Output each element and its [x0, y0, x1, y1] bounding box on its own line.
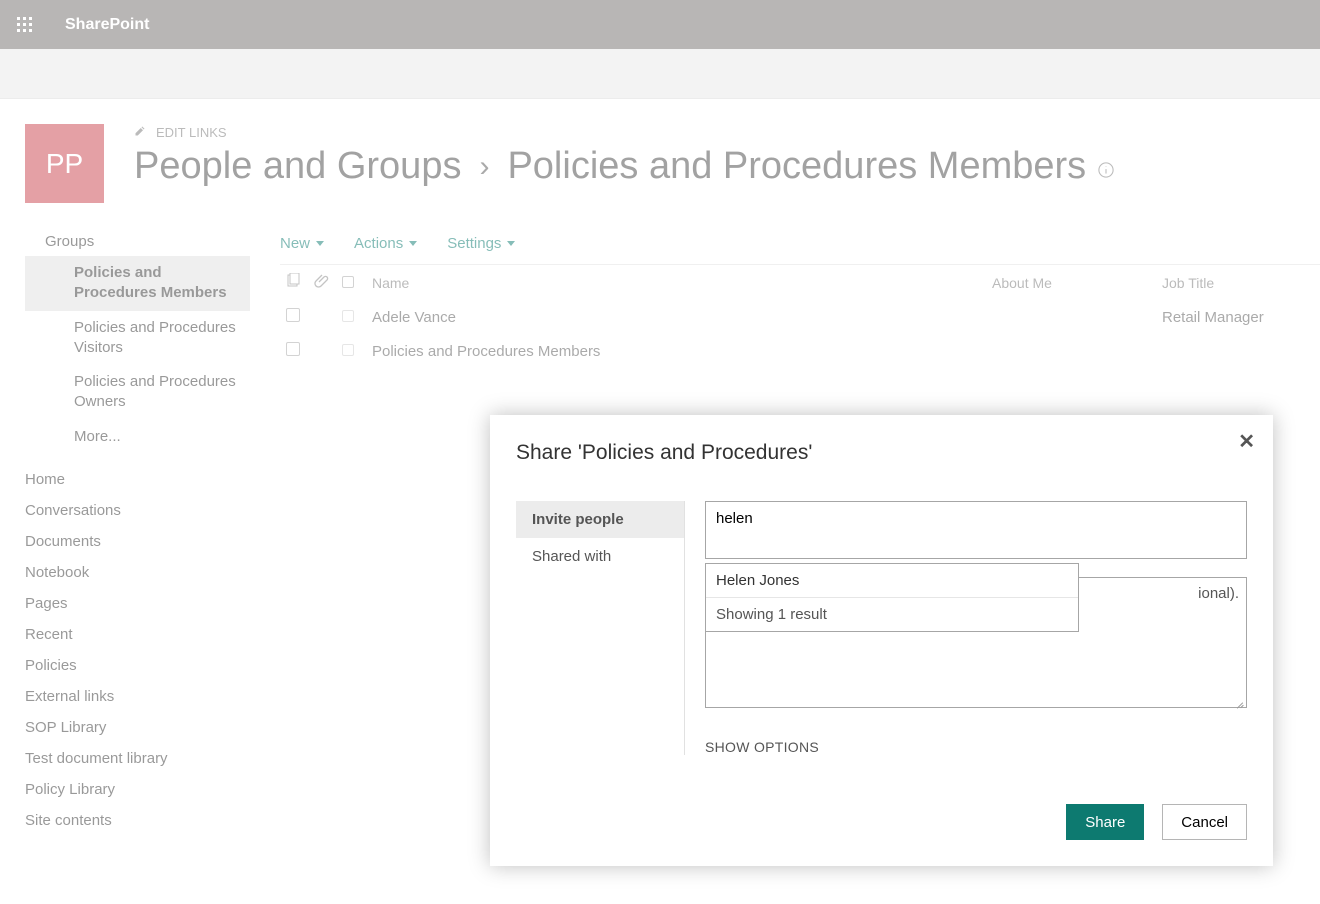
- tab-shared-with[interactable]: Shared with: [516, 538, 684, 575]
- suggestion-footer: Showing 1 result: [706, 598, 1078, 631]
- tab-invite-people[interactable]: Invite people: [516, 501, 684, 538]
- cancel-button[interactable]: Cancel: [1162, 804, 1247, 840]
- people-picker-suggestions: Helen Jones Showing 1 result: [705, 563, 1079, 632]
- show-options-toggle[interactable]: SHOW OPTIONS: [705, 739, 1247, 755]
- people-picker-input[interactable]: [705, 501, 1247, 559]
- share-dialog: Share 'Policies and Procedures' ✕ Invite…: [490, 415, 1273, 866]
- resize-handle-icon[interactable]: [1234, 698, 1244, 708]
- suggestion-item[interactable]: Helen Jones: [706, 564, 1078, 598]
- close-icon[interactable]: ✕: [1238, 429, 1255, 454]
- share-button[interactable]: Share: [1066, 804, 1144, 840]
- dialog-title: Share 'Policies and Procedures': [516, 441, 1247, 465]
- dialog-tabs: Invite people Shared with: [516, 501, 685, 755]
